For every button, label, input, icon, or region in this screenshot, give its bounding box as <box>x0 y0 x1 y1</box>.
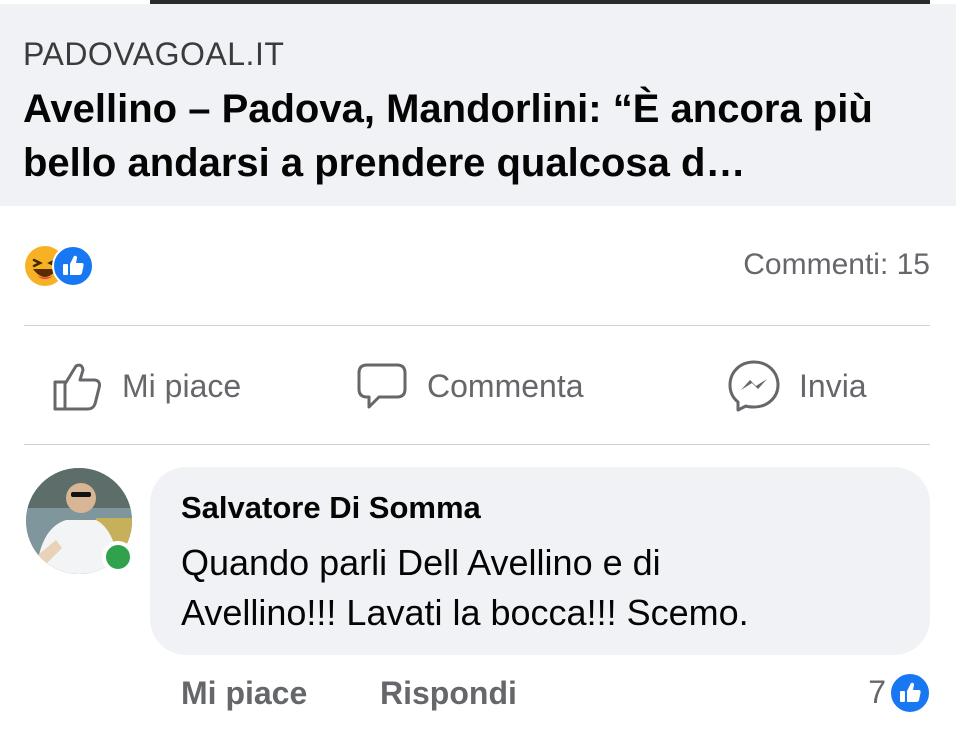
thumbs-up-icon <box>53 363 101 411</box>
like-icon <box>52 245 94 287</box>
comment-button-label: Commenta <box>427 367 584 404</box>
link-title[interactable]: Avellino – Padova, Mandorlini: “È ancora… <box>23 82 938 190</box>
comment-text: Quando parli Dell Avellino e di Avellino… <box>181 538 911 638</box>
comment-like-button[interactable]: Mi piace <box>181 675 307 712</box>
comment-reply-button[interactable]: Rispondi <box>380 675 517 712</box>
comment-like-count[interactable]: 7 <box>868 674 886 711</box>
divider-bottom <box>24 444 930 445</box>
like-button[interactable]: Mi piace <box>52 358 241 414</box>
comment-button[interactable]: Commenta <box>355 358 584 414</box>
send-button[interactable]: Invia <box>727 358 867 414</box>
like-button-label: Mi piace <box>122 367 242 404</box>
reactions-summary[interactable] <box>24 245 124 287</box>
comment-text-line-2: Avellino!!! Lavati la bocca!!! Scemo. <box>181 592 749 633</box>
comments-count[interactable]: Commenti: 15 <box>743 248 930 282</box>
comment-bubble-icon <box>357 363 407 409</box>
send-button-label: Invia <box>799 367 867 404</box>
comment-like-icon <box>889 672 931 714</box>
comment-author[interactable]: Salvatore Di Somma <box>181 490 481 526</box>
online-status-dot <box>102 541 134 573</box>
messenger-icon <box>728 360 780 412</box>
link-domain: PADOVAGOAL.IT <box>23 36 285 72</box>
divider-top <box>24 325 930 326</box>
comment-text-line-1: Quando parli Dell Avellino e di <box>181 542 661 583</box>
